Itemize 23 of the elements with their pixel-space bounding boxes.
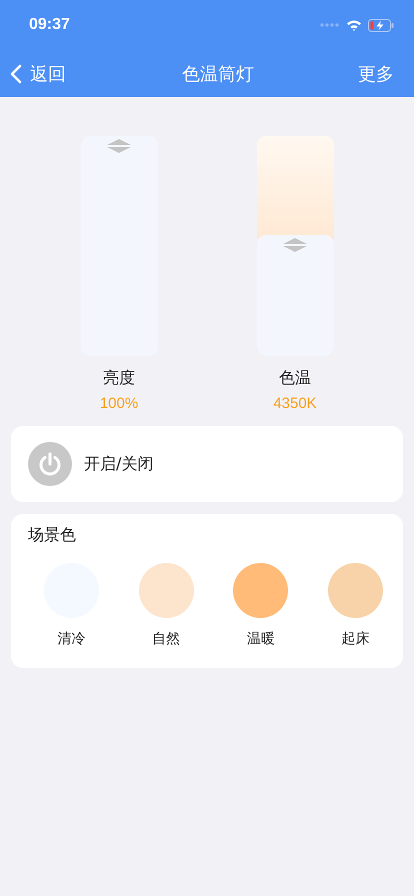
- drag-handle-icon[interactable]: [106, 139, 132, 153]
- scene-label: 温暖: [246, 630, 275, 648]
- scene-label: 起床: [342, 630, 370, 648]
- signal-icon: [320, 23, 340, 27]
- scene-label: 自然: [152, 630, 180, 648]
- back-button[interactable]: 返回: [10, 62, 66, 86]
- chevron-left-icon: [10, 64, 22, 84]
- slider-label: 亮度: [103, 368, 135, 389]
- drag-handle-icon[interactable]: [282, 238, 308, 252]
- wifi-icon: [346, 19, 362, 31]
- slider-value: 100%: [100, 395, 138, 412]
- power-label: 开启/关闭: [84, 454, 154, 474]
- power-button[interactable]: [28, 442, 72, 486]
- power-icon: [37, 451, 63, 477]
- slider-track[interactable]: [256, 136, 334, 356]
- slider-value: 4350K: [273, 395, 317, 412]
- status-time: 09:37: [29, 16, 70, 34]
- slider-label: 色温: [279, 368, 311, 389]
- battery-icon: [368, 18, 394, 32]
- page-title: 色温筒灯: [182, 62, 254, 86]
- more-button[interactable]: 更多: [358, 62, 394, 86]
- scene-label: 清冷: [57, 630, 86, 648]
- section-title: 场景色: [28, 525, 76, 546]
